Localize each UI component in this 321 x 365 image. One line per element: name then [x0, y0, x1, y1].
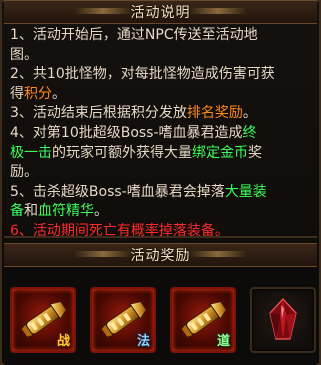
- section-divider: [4, 236, 317, 238]
- reward-slot-warrior[interactable]: 战: [10, 287, 76, 353]
- description-line: 励。: [10, 163, 310, 183]
- header-ornament-left: [74, 251, 132, 257]
- description-line: 5、击杀超级Boss-嗜血暴君会掉落大量装: [10, 183, 310, 203]
- activity-description-header: 活动说明: [4, 0, 317, 24]
- description-line: 3、活动结束后根据积分发放排名奖励。: [10, 104, 310, 124]
- reward-slot-crystal[interactable]: [250, 287, 316, 353]
- reward-slot-taoist[interactable]: 道: [170, 287, 236, 353]
- description-text: 图。: [10, 46, 38, 63]
- description-text: 的玩家可额外获得大量: [52, 144, 192, 161]
- description-line: 图。: [10, 46, 310, 66]
- activity-description-title: 活动说明: [130, 5, 191, 21]
- header-ornament-right: [189, 251, 247, 257]
- description-line: 备和血符精华。: [10, 202, 310, 222]
- activity-rewards-header: 活动奖励: [4, 243, 317, 267]
- description-text: 1、活动开始后，通过NPC传送至活动地: [10, 27, 258, 43]
- description-text: 3、活动结束后根据积分发放: [10, 105, 187, 122]
- description-text: 奖: [248, 144, 262, 161]
- description-line: 2、共10批怪物，对每批怪物造成伤害可获: [10, 65, 310, 85]
- description-line: 6、活动期间死亡有概率掉落装备。: [10, 222, 310, 242]
- description-line: 极一击的玩家可额外获得大量绑定金币奖: [10, 144, 310, 164]
- description-line: 得积分。: [10, 85, 310, 105]
- highlight-text: 绑定金币: [192, 144, 248, 161]
- highlight-text: 积分: [24, 85, 52, 102]
- description-text: 。: [242, 105, 257, 122]
- highlight-text: 血符精华: [38, 203, 94, 220]
- description-text: 。: [94, 203, 108, 220]
- class-tag: 道: [216, 334, 230, 349]
- description-text: 和: [24, 203, 38, 220]
- red-crystal-icon: [269, 298, 297, 340]
- header-ornament-left: [74, 8, 132, 14]
- highlight-text: 备: [10, 203, 24, 220]
- highlight-text: 大量装: [224, 183, 267, 200]
- activity-rewards-title: 活动奖励: [130, 248, 191, 264]
- description-text: 得: [10, 85, 24, 102]
- description-line: 4、对第10批超级Boss-嗜血暴君造成终: [10, 124, 310, 144]
- description-text: 5、击杀超级Boss-嗜血暴君会掉落: [10, 183, 225, 200]
- description-text: 。: [52, 85, 66, 102]
- highlight-text: 终: [242, 124, 257, 141]
- class-tag: 战: [56, 334, 70, 349]
- description-text: 4、对第10批超级Boss-嗜血暴君造成: [10, 124, 243, 141]
- reward-slot-mage[interactable]: 法: [90, 287, 156, 353]
- description-text: 2、共10批怪物，对每批怪物造成伤害可获: [10, 66, 275, 83]
- description-text: 励。: [10, 164, 38, 181]
- description-line: 1、活动开始后，通过NPC传送至活动地: [10, 26, 310, 46]
- header-ornament-right: [189, 8, 247, 14]
- highlight-text: 极一击: [10, 144, 52, 161]
- activity-description-text: 1、活动开始后，通过NPC传送至活动地 图。 2、共10批怪物，对每批怪物造成伤害可…: [10, 26, 310, 239]
- highlight-text: 排名奖励: [186, 105, 243, 122]
- class-tag: 法: [136, 334, 150, 349]
